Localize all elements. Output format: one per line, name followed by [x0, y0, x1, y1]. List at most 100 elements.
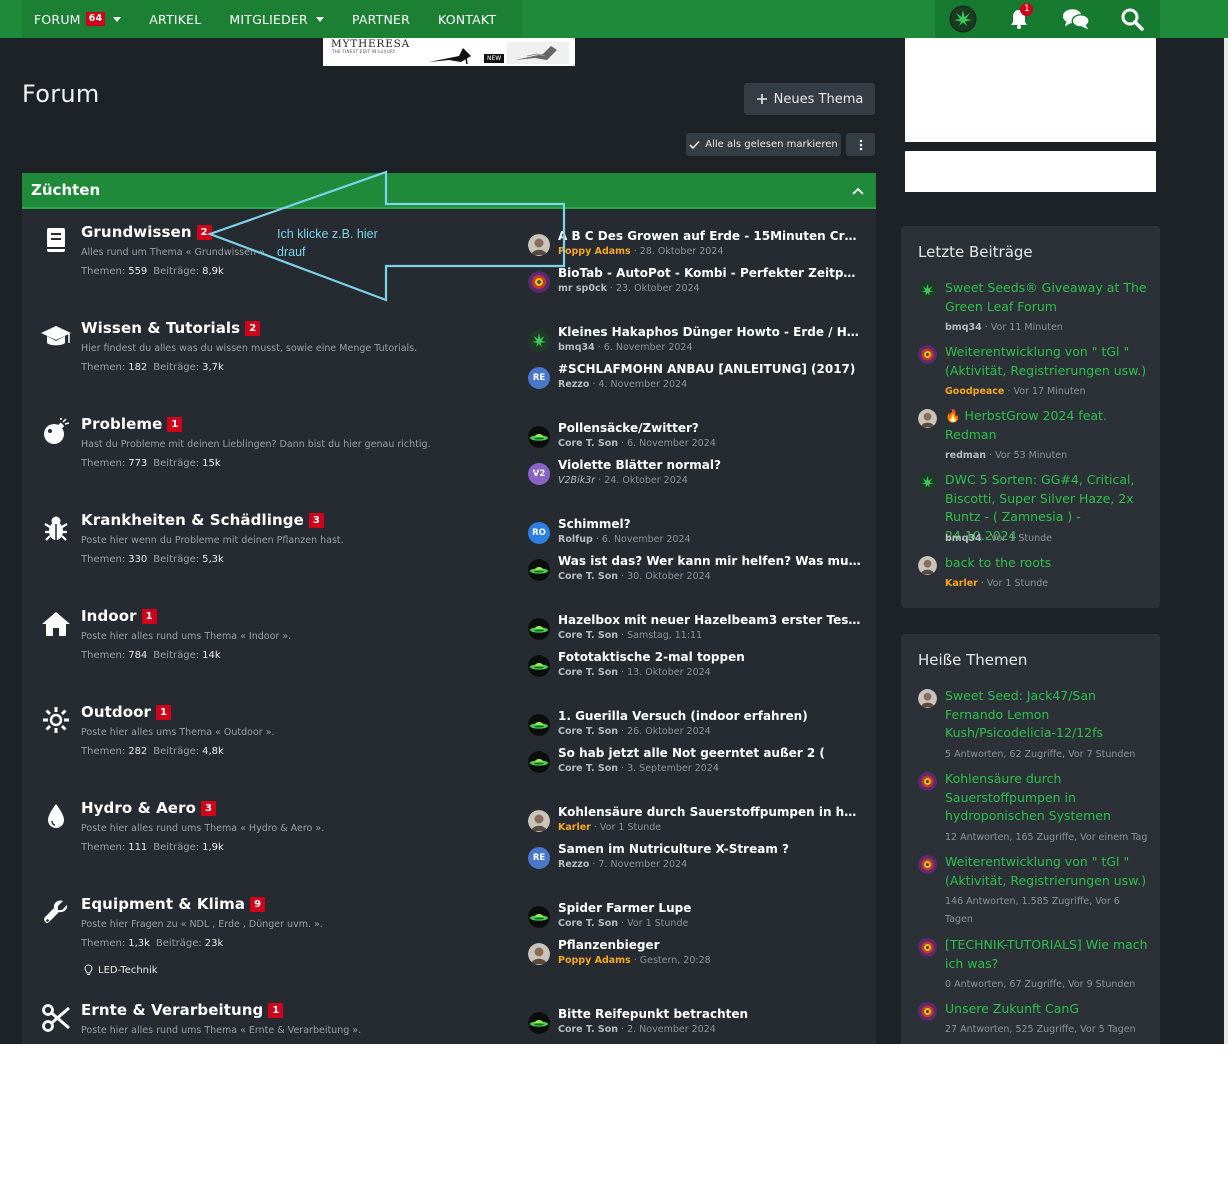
chat-bubbles-icon[interactable] [1062, 5, 1090, 33]
forum-title-link[interactable]: Hydro & Aero 3 [81, 799, 217, 817]
username-link[interactable]: Poppy Adams [558, 246, 631, 257]
latest-thread-title[interactable]: Schimmel? [558, 517, 863, 531]
hot-thread-title[interactable]: Kohlensäure durch Sauerstoffpumpen in hy… [945, 770, 1150, 826]
chevron-up-icon[interactable] [852, 187, 864, 195]
latest-thread-title[interactable]: Hazelbox mit neuer Hazelbeam3 erster Tes… [558, 613, 863, 627]
user-avatar[interactable] [528, 426, 550, 448]
latest-thread-title[interactable]: Fototaktische 2-mal toppen [558, 650, 863, 664]
username-link[interactable]: Rezzo [558, 859, 589, 870]
user-avatar[interactable] [918, 855, 937, 874]
latest-post-item[interactable]: Weiterentwicklung von " tGl " (Aktivität… [918, 343, 1150, 401]
latest-post-item[interactable]: 🔥 HerbstGrow 2024 feat. Redman redman · V… [918, 407, 1150, 465]
latest-thread-item[interactable]: Bitte Reifepunkt betrachten Core T. Son ·… [528, 1007, 868, 1043]
latest-thread-item[interactable]: So hab jetzt alle Not geerntet außer 2 (… [528, 746, 868, 782]
latest-thread-item[interactable]: Pflanzenbieger Poppy Adams · Gestern, 20:… [528, 938, 868, 974]
user-avatar[interactable]: RE [528, 847, 550, 869]
latest-thread-item[interactable]: V2 Violette Blätter normal? V2Bik3r · 24. … [528, 458, 868, 494]
search-icon[interactable] [1118, 5, 1146, 33]
latest-thread-title[interactable]: Pollensäcke/Zwitter? [558, 421, 863, 435]
new-thread-button[interactable]: Neues Thema [744, 83, 875, 115]
username-link[interactable]: redman [945, 450, 986, 461]
username-link[interactable]: bmq34 [558, 342, 595, 353]
user-avatar[interactable] [528, 714, 550, 736]
user-avatar[interactable] [528, 751, 550, 773]
latest-thread-title[interactable]: Kohlensäure durch Sauerstoffpumpen in hy… [558, 805, 863, 819]
username-link[interactable]: Poppy Adams [558, 955, 631, 966]
user-avatar[interactable] [918, 556, 937, 575]
mark-all-read-button[interactable]: Alle als gelesen markieren [686, 133, 841, 156]
forum-title-link[interactable]: Indoor 1 [81, 607, 157, 625]
hot-thread-item[interactable]: Kohlensäure durch Sauerstoffpumpen in hy… [918, 770, 1150, 847]
username-link[interactable]: Core T. Son [558, 438, 618, 449]
username-link[interactable]: Core T. Son [558, 763, 618, 774]
latest-post-title[interactable]: Weiterentwicklung von " tGl " (Aktivität… [945, 343, 1150, 380]
bell-icon[interactable]: 1 [1005, 3, 1034, 33]
user-avatar[interactable] [918, 1002, 937, 1021]
username-link[interactable]: Core T. Son [558, 667, 618, 678]
user-avatar[interactable] [528, 330, 550, 352]
user-avatar[interactable] [528, 906, 550, 928]
hot-thread-title[interactable]: Sweet Seed: Jack47/San Fernando Lemon Ku… [945, 687, 1150, 743]
username-link[interactable]: Rolfup [558, 534, 593, 545]
user-avatar[interactable]: V2 [528, 463, 550, 485]
latest-thread-title[interactable]: Spider Farmer Lupe [558, 901, 863, 915]
cannabis-logo-icon[interactable] [949, 5, 977, 33]
username-link[interactable]: Karler [558, 822, 591, 833]
username-link[interactable]: Rezzo [558, 379, 589, 390]
latest-post-item[interactable]: DWC 5 Sorten: GG#4, Critical, Biscotti, … [918, 471, 1150, 548]
latest-thread-item[interactable]: Fototaktische 2-mal toppen Core T. Son · … [528, 650, 868, 686]
user-avatar[interactable] [528, 810, 550, 832]
user-avatar[interactable] [918, 281, 937, 300]
username-link[interactable]: Core T. Son [558, 726, 618, 737]
latest-thread-item[interactable]: Was ist das? Wer kann mir helfen? Was mu… [528, 554, 868, 590]
latest-thread-title[interactable]: Pflanzenbieger [558, 938, 863, 952]
latest-post-title[interactable]: 🔥 HerbstGrow 2024 feat. Redman [945, 407, 1150, 444]
latest-thread-title[interactable]: A B C Des Growen auf Erde - 15Minuten Cr… [558, 229, 863, 243]
nav-mitglieder[interactable]: MITGLIEDER [215, 0, 338, 38]
user-avatar[interactable] [528, 1012, 550, 1034]
latest-post-item[interactable]: Sweet Seeds® Giveaway at The Green Leaf … [918, 279, 1150, 337]
user-avatar[interactable]: RO [528, 522, 550, 544]
more-options-button[interactable] [846, 133, 875, 156]
forum-title-link[interactable]: Krankheiten & Schädlinge 3 [81, 511, 324, 529]
username-link[interactable]: Goodpeace [945, 386, 1004, 397]
hot-thread-item[interactable]: [TECHNIK-TUTORIALS] Wie mach ich was? 0 A… [918, 936, 1150, 994]
user-avatar[interactable] [918, 689, 937, 708]
latest-thread-item[interactable]: Kohlensäure durch Sauerstoffpumpen in hy… [528, 805, 868, 841]
user-avatar[interactable] [918, 772, 937, 791]
latest-thread-item[interactable]: Kleines Hakaphos Dünger Howto - Erde / H… [528, 325, 868, 361]
latest-thread-item[interactable]: Spider Farmer Lupe Core T. Son · Vor 1 St… [528, 901, 868, 937]
latest-thread-item[interactable]: RE #SCHLAFMOHN ANBAU [ANLEITUNG] (2017) Re… [528, 362, 868, 398]
forum-title-link[interactable]: Equipment & Klima 9 [81, 895, 266, 913]
latest-thread-title[interactable]: 1. Guerilla Versuch (indoor erfahren) [558, 709, 863, 723]
nav-forum[interactable]: FORUM 64 [22, 0, 135, 38]
hot-thread-title[interactable]: Unsere Zukunft CanG [945, 1000, 1150, 1019]
latest-thread-item[interactable]: RO Schimmel? Rolfup · 6. November 2024 [528, 517, 868, 553]
user-avatar[interactable] [918, 473, 937, 492]
hot-thread-item[interactable]: Weiterentwicklung von " tGl " (Aktivität… [918, 853, 1150, 925]
forum-title-link[interactable]: Probleme 1 [81, 415, 183, 433]
user-avatar[interactable] [918, 938, 937, 957]
hot-thread-item[interactable]: Unsere Zukunft CanG 27 Antworten, 525 Zug… [918, 1000, 1150, 1039]
latest-thread-title[interactable]: #SCHLAFMOHN ANBAU [ANLEITUNG] (2017) [558, 362, 863, 376]
user-avatar[interactable] [528, 943, 550, 965]
username-link[interactable]: Core T. Son [558, 630, 618, 641]
latest-post-title[interactable]: Sweet Seeds® Giveaway at The Green Leaf … [945, 279, 1150, 316]
username-link[interactable]: Core T. Son [558, 918, 618, 929]
latest-thread-item[interactable]: Hazelbox mit neuer Hazelbeam3 erster Tes… [528, 613, 868, 649]
latest-thread-title[interactable]: Violette Blätter normal? [558, 458, 863, 472]
latest-thread-item[interactable]: 1. Guerilla Versuch (indoor erfahren) Cor… [528, 709, 868, 745]
user-avatar[interactable] [528, 655, 550, 677]
user-avatar[interactable] [528, 618, 550, 640]
latest-thread-title[interactable]: Bitte Reifepunkt betrachten [558, 1007, 863, 1021]
latest-thread-title[interactable]: Kleines Hakaphos Dünger Howto - Erde / H… [558, 325, 863, 339]
username-link[interactable]: Core T. Son [558, 1024, 618, 1035]
latest-thread-title[interactable]: Samen im Nutriculture X-Stream ? [558, 842, 863, 856]
latest-post-item[interactable]: back to the roots Karler · Vor 1 Stunde [918, 554, 1150, 593]
forum-title-link[interactable]: Ernte & Verarbeitung 1 [81, 1001, 284, 1019]
hot-thread-item[interactable]: Sweet Seed: Jack47/San Fernando Lemon Ku… [918, 687, 1150, 764]
latest-thread-item[interactable]: Pollensäcke/Zwitter? Core T. Son · 6. Nov… [528, 421, 868, 457]
user-avatar[interactable] [918, 345, 937, 364]
latest-thread-item[interactable]: A B C Des Growen auf Erde - 15Minuten Cr… [528, 229, 868, 265]
username-link[interactable]: bmq34 [945, 533, 982, 544]
